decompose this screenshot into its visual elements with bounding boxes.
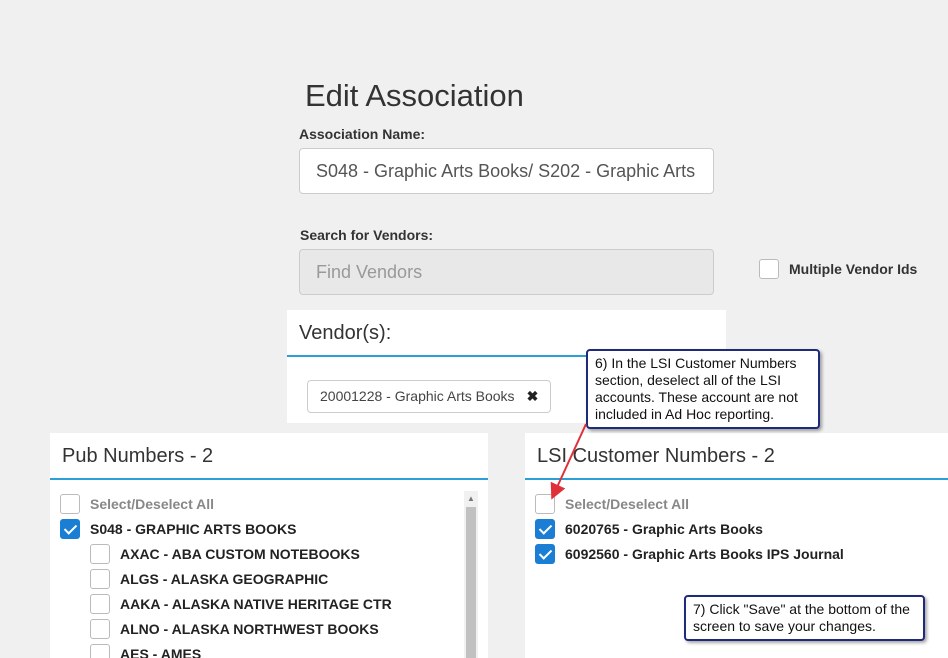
list-item-checkbox[interactable] — [90, 543, 110, 564]
list-item-checkbox[interactable] — [535, 543, 555, 564]
lsi-select-all-label: Select/Deselect All — [565, 495, 689, 512]
list-item-checkbox[interactable] — [535, 518, 555, 539]
multiple-vendor-checkbox[interactable] — [759, 259, 779, 279]
list-item[interactable]: S048 - GRAPHIC ARTS BOOKS — [60, 516, 488, 541]
list-item[interactable]: 6020765 - Graphic Arts Books — [535, 516, 948, 541]
lsi-select-all[interactable]: Select/Deselect All — [535, 491, 948, 516]
list-item[interactable]: 6092560 - Graphic Arts Books IPS Journal — [535, 541, 948, 566]
list-item-label: AAKA - ALASKA NATIVE HERITAGE CTR — [120, 595, 392, 612]
list-item-label: AES - AMES — [120, 645, 202, 658]
lsi-numbers-list: Select/Deselect All 6020765 - Graphic Ar… — [535, 491, 948, 566]
vendor-search-input[interactable]: Find Vendors — [299, 249, 714, 295]
multiple-vendor-ids[interactable]: Multiple Vendor Ids — [759, 259, 917, 279]
association-name-label: Association Name: — [299, 126, 426, 142]
pub-numbers-list: Select/Deselect All S048 - GRAPHIC ARTS … — [60, 491, 488, 658]
page-title: Edit Association — [305, 78, 524, 113]
list-item-label: ALNO - ALASKA NORTHWEST BOOKS — [120, 620, 379, 637]
list-item-checkbox[interactable] — [90, 568, 110, 589]
pub-select-all[interactable]: Select/Deselect All — [60, 491, 488, 516]
vendor-chip-label: 20001228 - Graphic Arts Books — [320, 388, 515, 404]
list-item-checkbox[interactable] — [90, 618, 110, 639]
multiple-vendor-label: Multiple Vendor Ids — [789, 261, 918, 277]
list-item[interactable]: ALGS - ALASKA GEOGRAPHIC — [60, 566, 488, 591]
list-item-label: 6092560 - Graphic Arts Books IPS Journal — [565, 545, 844, 562]
vendor-chip: 20001228 - Graphic Arts Books ✖ — [307, 380, 552, 413]
lsi-numbers-header: LSI Customer Numbers - 2 — [525, 433, 948, 480]
list-item-label: S048 - GRAPHIC ARTS BOOKS — [90, 520, 297, 537]
pub-numbers-header: Pub Numbers - 2 — [50, 433, 488, 480]
list-item-label: ALGS - ALASKA GEOGRAPHIC — [120, 570, 329, 587]
list-item[interactable]: AXAC - ABA CUSTOM NOTEBOOKS — [60, 541, 488, 566]
list-item-checkbox[interactable] — [90, 643, 110, 658]
pub-select-all-checkbox[interactable] — [60, 493, 80, 514]
remove-icon[interactable]: ✖ — [527, 381, 539, 412]
scroll-up-icon[interactable]: ▲ — [464, 491, 478, 505]
scrollbar-thumb[interactable] — [466, 507, 476, 658]
callout-step-7: 7) Click "Save" at the bottom of the scr… — [684, 595, 925, 641]
list-item[interactable]: AES - AMES — [60, 641, 488, 658]
list-item-label: AXAC - ABA CUSTOM NOTEBOOKS — [120, 545, 360, 562]
list-item-label: 6020765 - Graphic Arts Books — [565, 520, 763, 537]
lsi-select-all-checkbox[interactable] — [535, 493, 555, 514]
list-item[interactable]: AAKA - ALASKA NATIVE HERITAGE CTR — [60, 591, 488, 616]
association-name-input[interactable]: S048 - Graphic Arts Books/ S202 - Graphi… — [299, 148, 714, 194]
vendor-search-label: Search for Vendors: — [300, 227, 434, 243]
pub-select-all-label: Select/Deselect All — [90, 495, 214, 512]
callout-step-6: 6) In the LSI Customer Numbers section, … — [586, 349, 820, 429]
pub-list-scrollbar[interactable]: ▲ — [464, 491, 478, 658]
list-item-checkbox[interactable] — [90, 593, 110, 614]
list-item-checkbox[interactable] — [60, 518, 80, 539]
pub-numbers-panel: Pub Numbers - 2 Select/Deselect All S048… — [50, 433, 488, 658]
list-item[interactable]: ALNO - ALASKA NORTHWEST BOOKS — [60, 616, 488, 641]
